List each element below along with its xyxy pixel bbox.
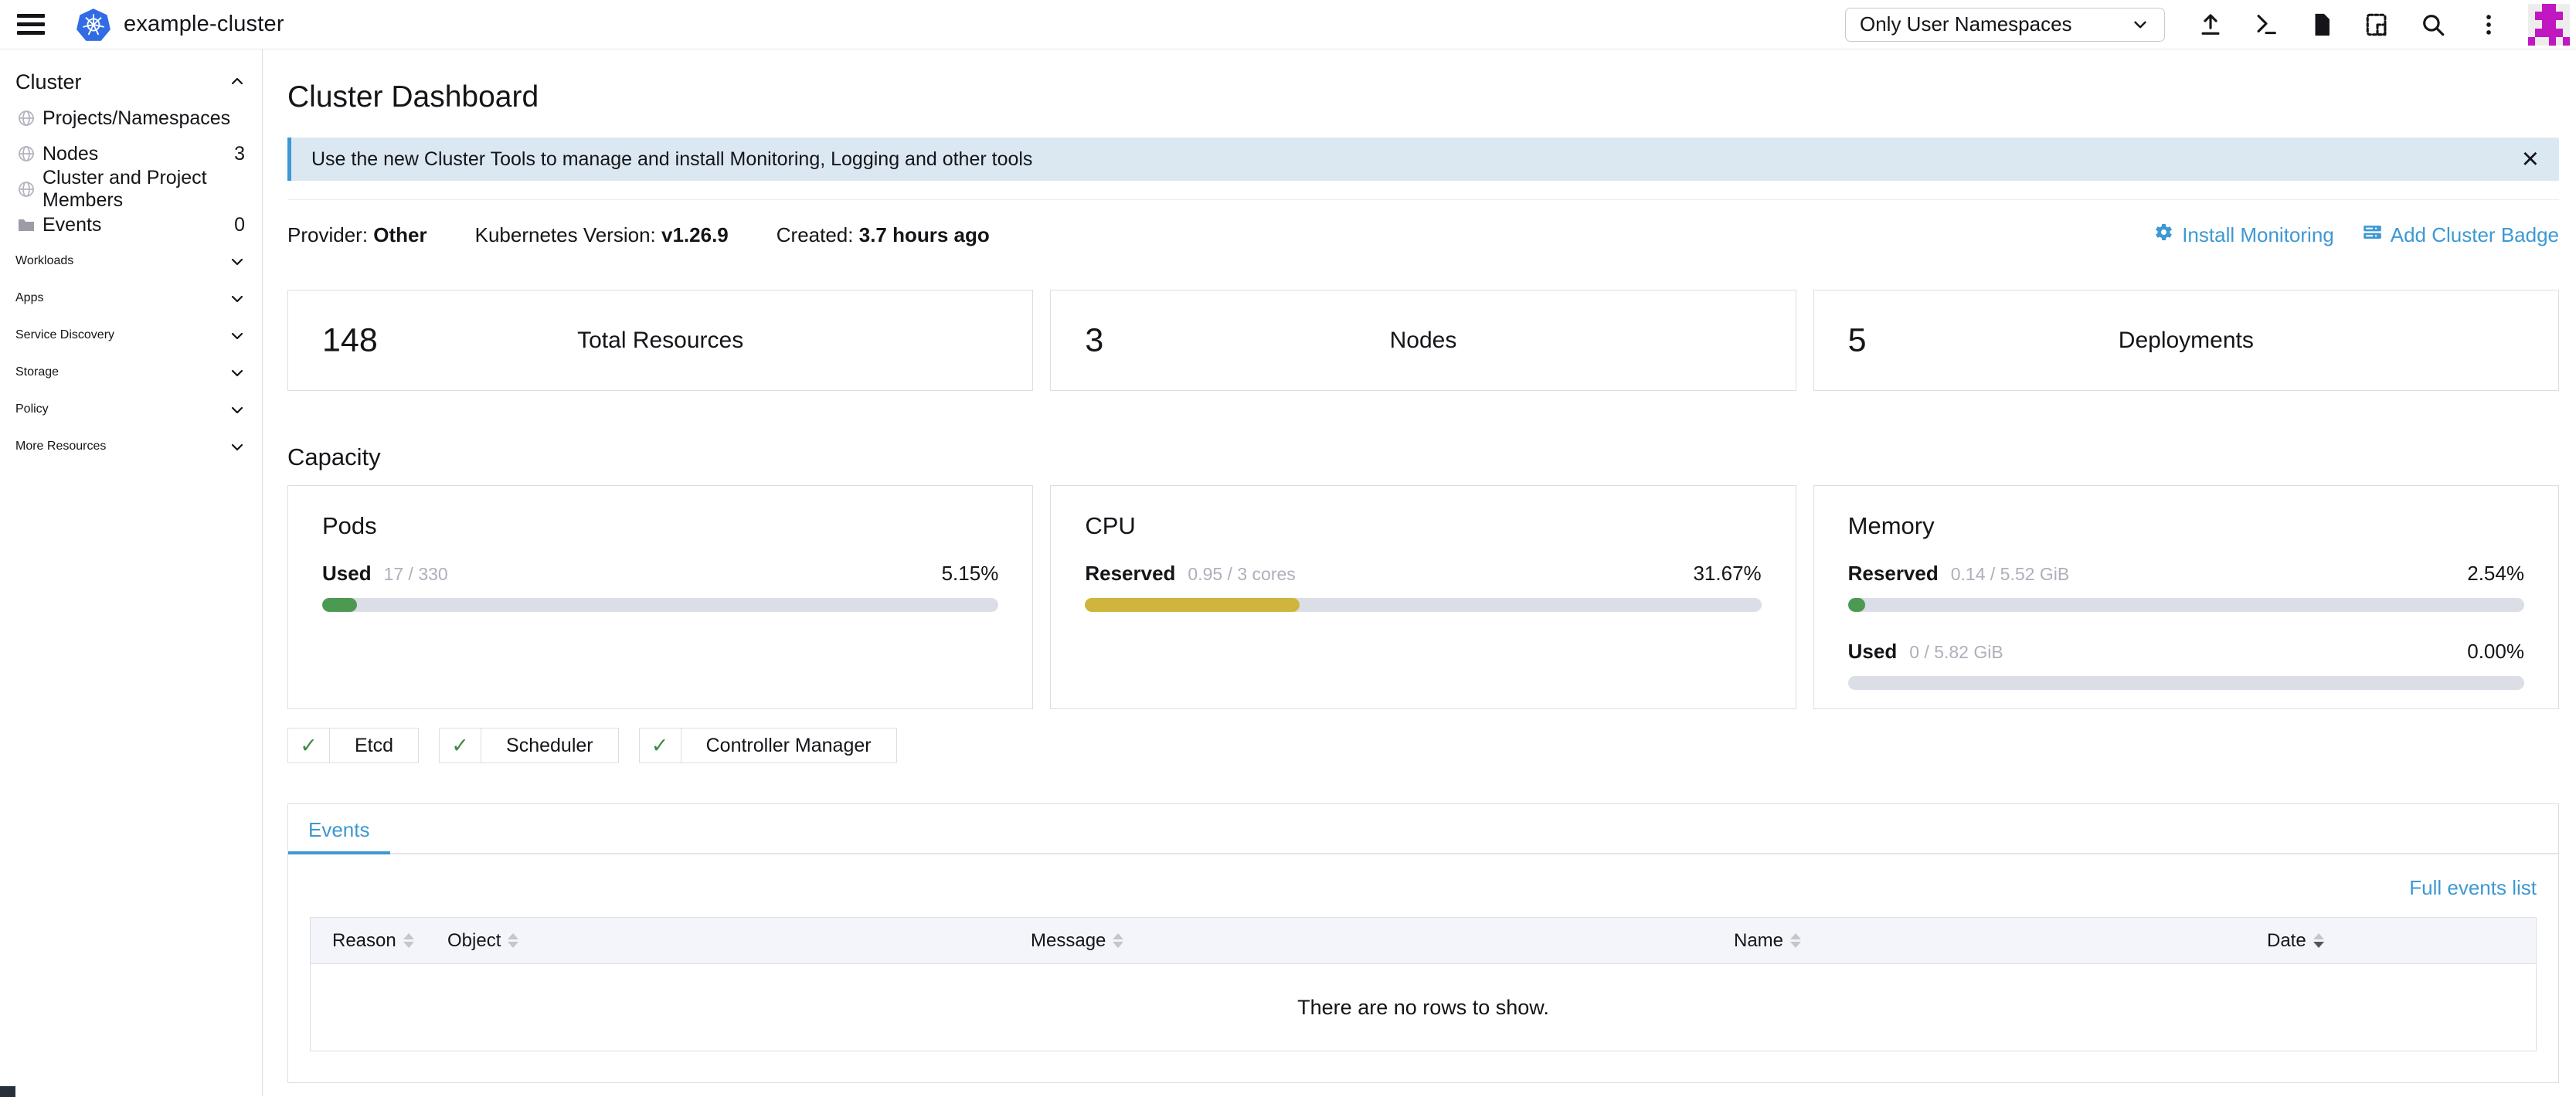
copy-kubeconfig-icon[interactable]: [2364, 12, 2391, 38]
events-table: Reason Object Message Name: [310, 917, 2537, 1051]
stat-card-nodes[interactable]: 3 Nodes: [1050, 290, 1796, 391]
events-panel: Events Full events list Reason Object: [287, 803, 2559, 1083]
close-icon[interactable]: ×: [2522, 144, 2539, 174]
pods-progress-bar: [322, 598, 998, 612]
chevron-down-icon: [228, 400, 246, 419]
sidebar-group-storage[interactable]: Storage: [0, 354, 262, 391]
sort-icon: [1790, 933, 1801, 948]
install-monitoring-link[interactable]: Install Monitoring: [2153, 222, 2334, 248]
total-resources-value: 148: [322, 321, 378, 359]
full-events-list-link[interactable]: Full events list: [2409, 876, 2537, 900]
cluster-tools-banner: Use the new Cluster Tools to manage and …: [287, 138, 2559, 181]
events-table-header: Reason Object Message Name: [311, 918, 2536, 964]
cpu-progress-bar: [1085, 598, 1761, 612]
badge-icon: [2362, 222, 2383, 248]
nodes-value: 3: [1085, 321, 1103, 359]
chevron-up-icon: [228, 73, 246, 91]
etcd-status-badge: ✓ Etcd: [287, 728, 419, 763]
kubernetes-version-info: Kubernetes Version: v1.26.9: [475, 223, 729, 247]
chevron-down-icon: [228, 363, 246, 382]
chevron-down-icon: [2130, 15, 2150, 35]
header-action-icons: [2197, 12, 2502, 38]
scheduler-status-badge: ✓ Scheduler: [439, 728, 619, 763]
capacity-card-memory: Memory Reserved 0.14 / 5.52 GiB 2.54% Us…: [1813, 485, 2559, 709]
footer-strip: [0, 1086, 15, 1097]
top-bar: example-cluster Only User Namespaces: [0, 0, 2576, 49]
import-yaml-icon[interactable]: [2197, 12, 2224, 38]
download-kubeconfig-icon[interactable]: [2309, 12, 2335, 38]
globe-icon: [17, 180, 36, 199]
sidebar-group-apps[interactable]: Apps: [0, 280, 262, 317]
namespace-filter-value: Only User Namespaces: [1860, 12, 2072, 36]
provider-info: Provider: Other: [287, 223, 427, 247]
kebab-menu-icon[interactable]: [2476, 12, 2502, 38]
search-icon[interactable]: [2420, 12, 2446, 38]
tab-events[interactable]: Events: [288, 804, 390, 854]
column-header-date[interactable]: Date: [2267, 930, 2536, 952]
kubectl-shell-icon[interactable]: [2253, 12, 2279, 38]
check-icon: ✓: [440, 729, 481, 762]
banner-text: Use the new Cluster Tools to manage and …: [311, 148, 1032, 171]
globe-icon: [17, 144, 36, 163]
stat-card-deployments[interactable]: 5 Deployments: [1813, 290, 2559, 391]
page-title: Cluster Dashboard: [287, 80, 2559, 114]
capacity-card-cpu: CPU Reserved 0.95 / 3 cores 31.67%: [1050, 485, 1796, 709]
stats-row: 148 Total Resources 3 Nodes 5 Deployment…: [287, 290, 2559, 391]
sidebar-group-workloads[interactable]: Workloads: [0, 243, 262, 280]
divider: [287, 199, 2559, 200]
column-header-reason[interactable]: Reason: [311, 930, 447, 952]
sidebar-item-cluster-project-members[interactable]: Cluster and Project Members: [0, 172, 262, 207]
glance-row: Provider: Other Kubernetes Version: v1.2…: [287, 222, 2559, 248]
created-info: Created: 3.7 hours ago: [777, 223, 990, 247]
chevron-down-icon: [228, 326, 246, 345]
kubernetes-logo-icon: [76, 7, 111, 42]
check-icon: ✓: [640, 729, 681, 762]
sort-icon-active-desc: [2313, 933, 2324, 948]
column-header-name[interactable]: Name: [1734, 930, 2267, 952]
gear-icon: [2153, 222, 2174, 248]
deployments-label: Deployments: [2119, 328, 2254, 354]
cluster-name-title: example-cluster: [124, 12, 284, 37]
sidebar-group-policy[interactable]: Policy: [0, 391, 262, 428]
chevron-down-icon: [228, 252, 246, 270]
add-cluster-badge-link[interactable]: Add Cluster Badge: [2362, 222, 2559, 248]
nodes-count-badge: 3: [234, 143, 245, 165]
chevron-down-icon: [228, 437, 246, 456]
stat-card-total-resources[interactable]: 148 Total Resources: [287, 290, 1033, 391]
namespace-filter-dropdown[interactable]: Only User Namespaces: [1845, 8, 2165, 42]
column-header-message[interactable]: Message: [1031, 930, 1734, 952]
sidebar-group-cluster[interactable]: Cluster: [0, 63, 262, 100]
chevron-down-icon: [228, 289, 246, 307]
empty-table-message: There are no rows to show.: [311, 964, 2536, 1051]
sidebar-nav: Cluster Projects/Namespaces Nodes 3: [0, 49, 263, 1096]
capacity-heading: Capacity: [287, 443, 2559, 471]
nodes-label: Nodes: [1390, 328, 1457, 354]
folder-icon: [17, 216, 36, 234]
user-avatar[interactable]: [2528, 4, 2570, 46]
capacity-row: Pods Used 17 / 330 5.15% CPU Reser: [287, 485, 2559, 709]
deployments-value: 5: [1848, 321, 1867, 359]
sort-icon: [1113, 933, 1123, 948]
sidebar-group-service-discovery[interactable]: Service Discovery: [0, 317, 262, 354]
sidebar-group-more-resources[interactable]: More Resources: [0, 428, 262, 465]
hamburger-menu-icon[interactable]: [17, 14, 45, 35]
capacity-card-pods: Pods Used 17 / 330 5.15%: [287, 485, 1033, 709]
components-row: ✓ Etcd ✓ Scheduler ✓ Controller Manager: [287, 728, 2559, 763]
sidebar-item-projects-namespaces[interactable]: Projects/Namespaces: [0, 100, 262, 136]
total-resources-label: Total Resources: [577, 328, 743, 354]
memory-reserved-progress-bar: [1848, 598, 2524, 612]
sort-icon: [403, 933, 414, 948]
tabs-row: Events: [288, 804, 2558, 854]
memory-used-progress-bar: [1848, 676, 2524, 690]
controller-manager-status-badge: ✓ Controller Manager: [639, 728, 897, 763]
sidebar-item-events[interactable]: Events 0: [0, 207, 262, 243]
check-icon: ✓: [288, 729, 330, 762]
main-content: Cluster Dashboard Use the new Cluster To…: [263, 49, 2576, 1096]
globe-icon: [17, 109, 36, 127]
sort-icon: [508, 933, 518, 948]
column-header-object[interactable]: Object: [447, 930, 1031, 952]
events-count-badge: 0: [234, 214, 245, 236]
